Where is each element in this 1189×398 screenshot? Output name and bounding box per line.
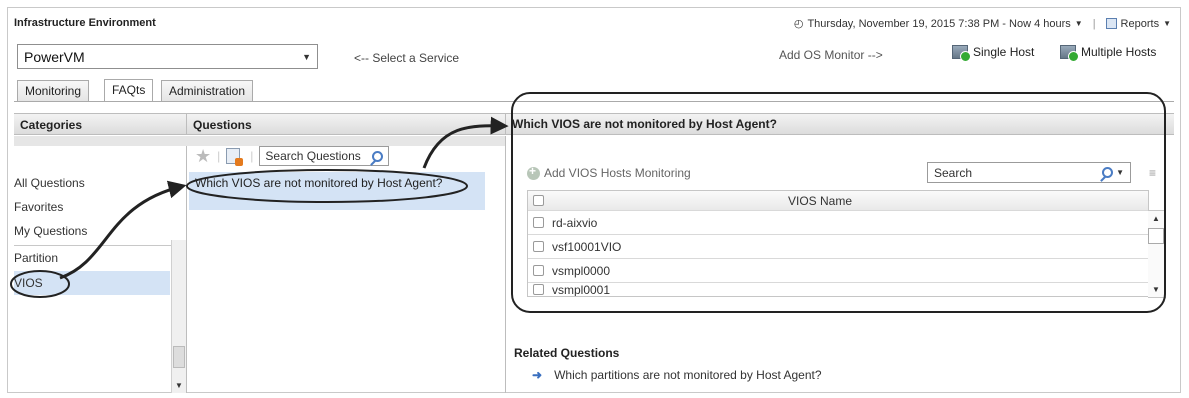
new-question-icon[interactable] (226, 148, 244, 166)
reports-menu[interactable]: Reports (1121, 18, 1160, 30)
scrollbar-thumb[interactable] (1148, 228, 1164, 244)
divider: | (1092, 17, 1096, 30)
vios-name-cell: rd-aixvio (552, 215, 598, 230)
row-checkbox[interactable] (533, 241, 544, 252)
column-menu-icon[interactable]: ≡ (1149, 166, 1156, 180)
chevron-down-icon[interactable]: ▼ (1075, 19, 1083, 28)
category-partition[interactable]: Partition (14, 246, 170, 270)
toolbar-divider: | (217, 149, 221, 163)
scroll-down-icon[interactable]: ▼ (175, 381, 183, 390)
questions-toolbar: ★ | | Search Questions (195, 146, 390, 166)
categories-filter-bar (14, 136, 186, 146)
question-item[interactable]: Which VIOS are not monitored by Host Age… (189, 172, 485, 210)
time-range-selector[interactable]: Thursday, November 19, 2015 7:38 PM - No… (807, 18, 1070, 30)
vios-name-cell: vsmpl0000 (552, 263, 611, 278)
tab-monitoring[interactable]: Monitoring (17, 80, 90, 102)
add-os-monitor-label: Add OS Monitor --> (779, 48, 883, 62)
add-hosts-icon (1060, 45, 1079, 62)
vios-table: VIOS Name rd-aixvio vsf10001VIO vsmpl000… (527, 190, 1149, 297)
tab-panel-border (14, 101, 1174, 102)
related-questions-heading: Related Questions (514, 346, 620, 360)
table-row[interactable]: vsf10001VIO (528, 235, 1148, 259)
service-selected-value: PowerVM (24, 48, 85, 65)
toolbar-divider: | (250, 149, 254, 163)
tab-faqts[interactable]: FAQts (104, 79, 154, 102)
table-header-row: VIOS Name (528, 191, 1148, 211)
time-range-bar: ◴ Thursday, November 19, 2015 7:38 PM - … (793, 17, 1171, 31)
column-header-vios-name[interactable]: VIOS Name (552, 194, 1148, 208)
related-question-link[interactable]: ➜ Which partitions are not monitored by … (532, 368, 822, 382)
grid-search-placeholder: Search (934, 165, 973, 180)
search-questions-placeholder: Search Questions (265, 149, 361, 163)
row-checkbox[interactable] (533, 265, 544, 276)
category-my-questions[interactable]: My Questions (14, 219, 170, 243)
category-all-questions[interactable]: All Questions (14, 171, 170, 195)
vios-name-cell: vsmpl0001 (552, 283, 611, 296)
add-host-icon (952, 45, 971, 62)
category-vios[interactable]: VIOS (14, 271, 170, 295)
search-icon[interactable] (372, 150, 384, 162)
questions-header: Questions (186, 113, 505, 135)
category-favorites[interactable]: Favorites (14, 195, 170, 219)
chevron-down-icon[interactable]: ▼ (1163, 19, 1171, 28)
add-icon (527, 164, 540, 180)
tab-administration[interactable]: Administration (161, 80, 254, 102)
multiple-hosts-label: Multiple Hosts (1081, 45, 1157, 59)
row-checkbox[interactable] (533, 284, 544, 295)
row-checkbox[interactable] (533, 217, 544, 228)
single-host-button[interactable]: Single Host (952, 45, 1035, 62)
categories-header: Categories (14, 113, 186, 135)
chevron-down-icon[interactable]: ▼ (1116, 168, 1124, 177)
arrow-right-icon: ➜ (532, 368, 543, 382)
grid-search-input[interactable]: Search ▼ (927, 162, 1131, 183)
table-row[interactable]: vsmpl0000 (528, 259, 1148, 283)
table-scrollbar[interactable]: ▲ ▼ (1148, 210, 1166, 298)
vios-name-cell: vsf10001VIO (552, 239, 622, 254)
table-row[interactable]: vsmpl0001 (528, 283, 1148, 296)
multiple-hosts-button[interactable]: Multiple Hosts (1060, 45, 1157, 62)
answer-title: Which VIOS are not monitored by Host Age… (512, 117, 777, 131)
search-icon[interactable] (1102, 167, 1114, 178)
scrollbar-thumb[interactable] (173, 346, 185, 368)
service-dropdown[interactable]: PowerVM ▼ (17, 44, 318, 69)
add-vios-label: Add VIOS Hosts Monitoring (544, 166, 691, 180)
table-row[interactable]: rd-aixvio (528, 211, 1148, 235)
select-all-checkbox[interactable] (533, 195, 544, 206)
add-vios-hosts-button[interactable]: Add VIOS Hosts Monitoring (527, 164, 691, 180)
grid-toolbar: Add VIOS Hosts Monitoring Search ▼ ≡ (527, 162, 1168, 184)
categories-scrollbar[interactable]: ▼ (171, 240, 186, 393)
page-title: Infrastructure Environment (14, 17, 156, 29)
reports-icon (1105, 18, 1117, 29)
clock-icon: ◴ (793, 18, 804, 30)
star-icon[interactable]: ★ (195, 147, 211, 165)
search-questions-input[interactable]: Search Questions (259, 146, 390, 166)
scroll-down-icon[interactable]: ▼ (1152, 285, 1160, 294)
single-host-label: Single Host (973, 45, 1035, 59)
select-service-hint: <-- Select a Service (354, 51, 460, 65)
chevron-down-icon: ▼ (302, 51, 311, 62)
related-question-text: Which partitions are not monitored by Ho… (554, 368, 822, 382)
questions-filter-bar (186, 136, 505, 146)
scroll-up-icon[interactable]: ▲ (1152, 214, 1160, 223)
